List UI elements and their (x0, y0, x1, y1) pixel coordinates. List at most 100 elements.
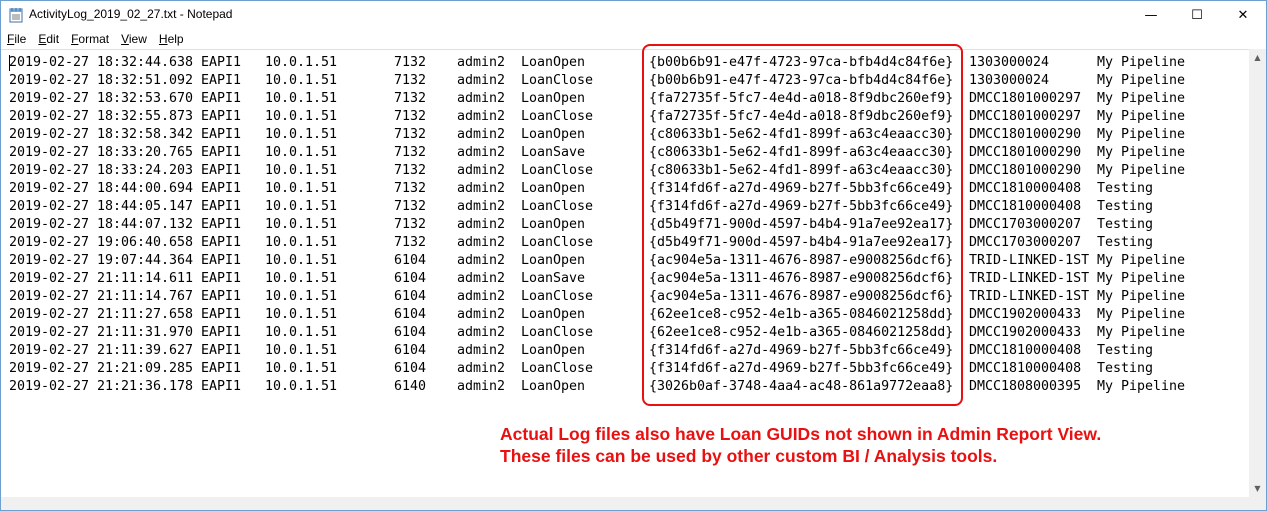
log-loan: DMCC1801000290 (969, 163, 1082, 178)
log-loan: DMCC1808000395 (969, 379, 1082, 394)
log-view: My Pipeline (1097, 145, 1186, 160)
log-loan: DMCC1801000297 (969, 91, 1082, 106)
log-pid: 6104 (394, 325, 427, 340)
log-action: LoanOpen (521, 181, 586, 196)
log-pid: 6104 (394, 253, 427, 268)
log-view: Testing (1097, 217, 1154, 232)
log-pid: 7132 (394, 199, 427, 214)
minimize-button[interactable]: — (1128, 1, 1174, 29)
log-action: LoanClose (521, 325, 594, 340)
log-loan: 1303000024 (969, 55, 1050, 70)
log-pid: 6104 (394, 343, 427, 358)
log-date: 2019-02-27 (9, 379, 90, 394)
log-time: 18:33:20.765 (97, 145, 194, 160)
log-action: LoanOpen (521, 91, 586, 106)
log-time: 18:44:00.694 (97, 181, 194, 196)
log-time: 19:07:44.364 (97, 253, 194, 268)
log-time: 18:32:55.873 (97, 109, 194, 124)
log-view: Testing (1097, 199, 1154, 214)
log-loan: DMCC1801000297 (969, 109, 1082, 124)
log-loan: DMCC1703000207 (969, 217, 1082, 232)
log-ip: 10.0.1.51 (265, 199, 338, 214)
log-action: LoanSave (521, 145, 586, 160)
log-date: 2019-02-27 (9, 127, 90, 142)
close-button[interactable]: ✕ (1220, 1, 1266, 29)
log-date: 2019-02-27 (9, 253, 90, 268)
log-time: 18:32:58.342 (97, 127, 194, 142)
log-app: EAPI1 (201, 217, 242, 232)
log-view: My Pipeline (1097, 91, 1186, 106)
log-time: 21:11:27.658 (97, 307, 194, 322)
scrollbar-corner (1249, 497, 1266, 510)
menu-help[interactable]: Help (153, 32, 190, 46)
guid-highlight-box (642, 44, 963, 406)
vertical-scrollbar[interactable]: ▲ ▼ (1249, 49, 1266, 497)
log-pid: 7132 (394, 109, 427, 124)
log-app: EAPI1 (201, 253, 242, 268)
log-pid: 7132 (394, 73, 427, 88)
log-app: EAPI1 (201, 145, 242, 160)
log-app: EAPI1 (201, 325, 242, 340)
log-date: 2019-02-27 (9, 109, 90, 124)
log-app: EAPI1 (201, 271, 242, 286)
log-ip: 10.0.1.51 (265, 253, 338, 268)
log-view: Testing (1097, 235, 1154, 250)
log-action: LoanClose (521, 163, 594, 178)
log-pid: 7132 (394, 217, 427, 232)
log-action: LoanClose (521, 235, 594, 250)
log-action: LoanClose (521, 289, 594, 304)
log-loan: 1303000024 (969, 73, 1050, 88)
log-loan: DMCC1801000290 (969, 145, 1082, 160)
log-view: My Pipeline (1097, 109, 1186, 124)
log-user: admin2 (457, 217, 506, 232)
menu-file[interactable]: File (1, 32, 32, 46)
log-date: 2019-02-27 (9, 289, 90, 304)
log-user: admin2 (457, 253, 506, 268)
log-loan: DMCC1902000433 (969, 325, 1082, 340)
menu-view[interactable]: View (115, 32, 153, 46)
log-action: LoanClose (521, 73, 594, 88)
maximize-button[interactable]: ☐ (1174, 1, 1220, 29)
log-pid: 7132 (394, 145, 427, 160)
log-time: 18:44:05.147 (97, 199, 194, 214)
log-app: EAPI1 (201, 379, 242, 394)
log-pid: 7132 (394, 55, 427, 70)
log-user: admin2 (457, 91, 506, 106)
annotation-text: Actual Log files also have Loan GUIDs no… (500, 423, 1101, 467)
log-time: 21:11:14.611 (97, 271, 194, 286)
log-user: admin2 (457, 379, 506, 394)
annotation-line-2: These files can be used by other custom … (500, 446, 998, 466)
log-ip: 10.0.1.51 (265, 379, 338, 394)
log-loan: TRID-LINKED-1ST (969, 271, 1090, 286)
log-user: admin2 (457, 289, 506, 304)
log-user: admin2 (457, 199, 506, 214)
scroll-up-icon[interactable]: ▲ (1249, 49, 1266, 66)
menu-format[interactable]: Format (65, 32, 115, 46)
log-date: 2019-02-27 (9, 307, 90, 322)
menu-edit[interactable]: Edit (32, 32, 65, 46)
horizontal-scrollbar[interactable] (1, 497, 1249, 510)
log-ip: 10.0.1.51 (265, 55, 338, 70)
log-pid: 6104 (394, 307, 427, 322)
log-user: admin2 (457, 307, 506, 322)
log-time: 18:33:24.203 (97, 163, 194, 178)
log-action: LoanOpen (521, 379, 586, 394)
log-action: LoanOpen (521, 55, 586, 70)
notepad-app-icon (9, 8, 23, 23)
log-user: admin2 (457, 163, 506, 178)
log-action: LoanOpen (521, 343, 586, 358)
log-user: admin2 (457, 55, 506, 70)
log-app: EAPI1 (201, 91, 242, 106)
log-loan: TRID-LINKED-1ST (969, 289, 1090, 304)
log-ip: 10.0.1.51 (265, 181, 338, 196)
log-user: admin2 (457, 73, 506, 88)
log-user: admin2 (457, 235, 506, 250)
log-app: EAPI1 (201, 235, 242, 250)
log-loan: DMCC1810000408 (969, 343, 1082, 358)
title-bar[interactable]: ActivityLog_2019_02_27.txt - Notepad — ☐… (1, 1, 1266, 29)
log-app: EAPI1 (201, 343, 242, 358)
scroll-down-icon[interactable]: ▼ (1249, 480, 1266, 497)
log-pid: 6140 (394, 379, 427, 394)
log-app: EAPI1 (201, 199, 242, 214)
log-pid: 7132 (394, 163, 427, 178)
